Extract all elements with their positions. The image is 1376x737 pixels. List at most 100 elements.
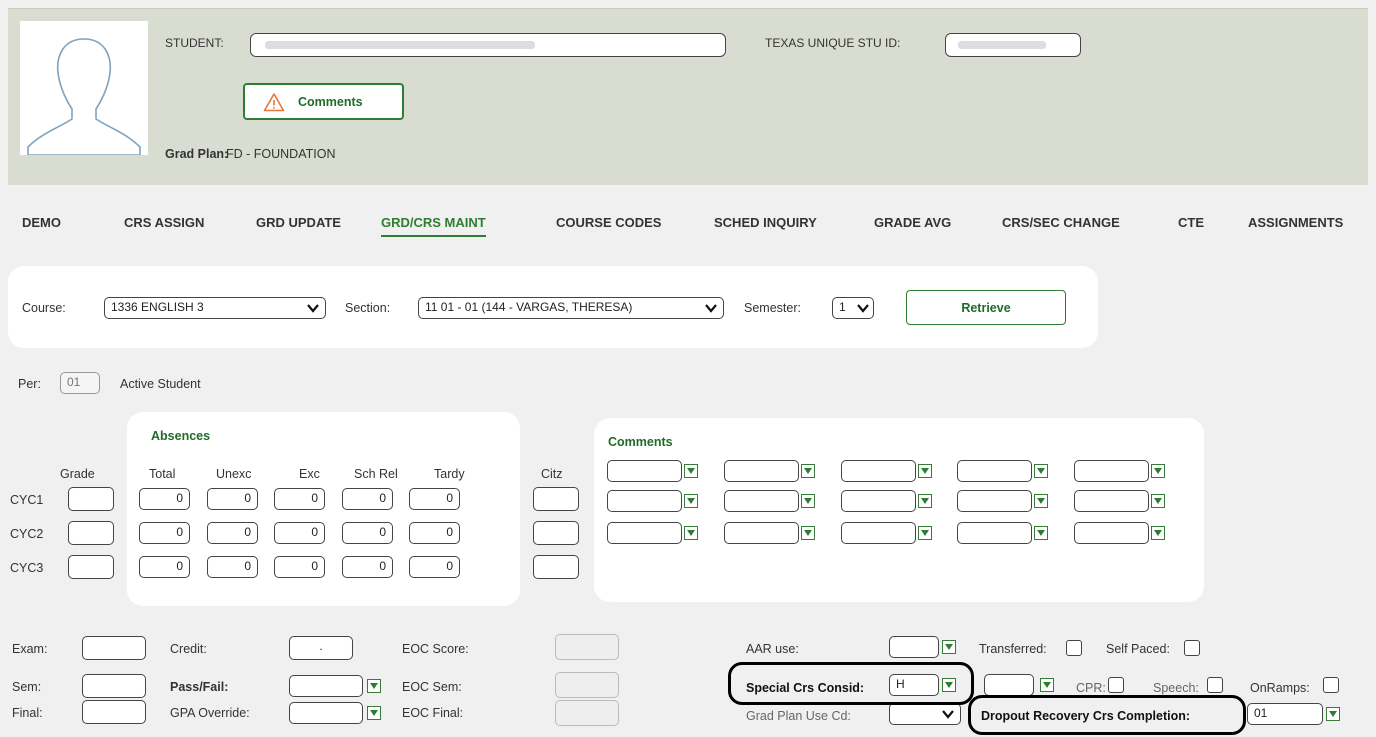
cpr-checkbox[interactable] [1108, 677, 1124, 693]
citz-cyc1-field[interactable] [533, 487, 579, 511]
tab-crs-sec-change[interactable]: CRS/SEC CHANGE [1002, 215, 1120, 230]
tab-grade-avg[interactable]: GRADE AVG [874, 215, 951, 230]
absence-schrel-cyc2[interactable]: 0 [342, 522, 393, 544]
comment-field[interactable] [1074, 460, 1149, 482]
grad-plan-use-select[interactable] [889, 703, 961, 725]
eoc-sem-label: EOC Sem: [402, 680, 462, 694]
absence-exc-cyc2[interactable]: 0 [274, 522, 325, 544]
comment-dropdown-icon[interactable] [684, 494, 698, 508]
comment-field[interactable] [841, 490, 916, 512]
tab-cte[interactable]: CTE [1178, 215, 1204, 230]
tab-demo[interactable]: DEMO [22, 215, 61, 230]
comment-field[interactable] [957, 522, 1032, 544]
absence-schrel-cyc1[interactable]: 0 [342, 488, 393, 510]
student-label: STUDENT: [165, 36, 224, 50]
citz-header: Citz [541, 467, 563, 481]
absence-schrel-cyc3[interactable]: 0 [342, 556, 393, 578]
absence-unexc-cyc2[interactable]: 0 [207, 522, 258, 544]
tab-sched-inquiry[interactable]: SCHED INQUIRY [714, 215, 817, 230]
student-photo [20, 21, 148, 156]
comment-field[interactable] [1074, 522, 1149, 544]
comment-dropdown-icon[interactable] [1151, 526, 1165, 540]
pass-fail-field[interactable] [289, 675, 363, 697]
absence-tardy-cyc2[interactable]: 0 [409, 522, 460, 544]
eoc-final-field [555, 700, 619, 726]
absence-exc-cyc3[interactable]: 0 [274, 556, 325, 578]
pass-fail-dropdown-icon[interactable] [367, 679, 381, 693]
grade-cyc3-field[interactable] [68, 555, 114, 579]
absence-total-cyc2[interactable]: 0 [139, 522, 190, 544]
comment-field[interactable] [607, 522, 682, 544]
course-select-value: 1336 ENGLISH 3 [111, 300, 204, 314]
tab-grd-update[interactable]: GRD UPDATE [256, 215, 341, 230]
tab-crs-assign[interactable]: CRS ASSIGN [124, 215, 204, 230]
absence-unexc-cyc3[interactable]: 0 [207, 556, 258, 578]
gpa-override-field[interactable] [289, 702, 363, 724]
comment-dropdown-icon[interactable] [1151, 464, 1165, 478]
special-crs-extra-dropdown-icon[interactable] [1040, 678, 1054, 692]
absence-total-cyc1[interactable]: 0 [139, 488, 190, 510]
chevron-down-icon [857, 304, 869, 313]
grad-plan-label: Grad Plan: [165, 147, 229, 161]
texas-id-label: TEXAS UNIQUE STU ID: [765, 36, 901, 50]
tab-course-codes[interactable]: COURSE CODES [556, 215, 661, 230]
exam-label: Exam: [12, 642, 48, 656]
dropout-recovery-dropdown-icon[interactable] [1326, 707, 1340, 721]
semester-select[interactable]: 1 [832, 297, 874, 319]
absence-unexc-cyc1[interactable]: 0 [207, 488, 258, 510]
course-label: Course: [22, 301, 66, 315]
grade-cyc2-field[interactable] [68, 521, 114, 545]
comment-dropdown-icon[interactable] [1034, 464, 1048, 478]
final-field[interactable] [82, 700, 146, 724]
citz-cyc3-field[interactable] [533, 555, 579, 579]
comment-field[interactable] [607, 460, 682, 482]
tab-assignments[interactable]: ASSIGNMENTS [1248, 215, 1343, 230]
comment-dropdown-icon[interactable] [1034, 494, 1048, 508]
comment-field[interactable] [957, 490, 1032, 512]
absence-total-cyc3[interactable]: 0 [139, 556, 190, 578]
retrieve-button[interactable]: Retrieve [906, 290, 1066, 325]
comment-field[interactable] [957, 460, 1032, 482]
course-select[interactable]: 1336 ENGLISH 3 [104, 297, 326, 319]
onramps-label: OnRamps: [1250, 681, 1310, 695]
speech-checkbox[interactable] [1207, 677, 1223, 693]
comment-dropdown-icon[interactable] [918, 494, 932, 508]
exam-field[interactable] [82, 636, 146, 660]
student-status-text: Active Student [120, 377, 201, 391]
gpa-override-dropdown-icon[interactable] [367, 706, 381, 720]
section-select[interactable]: 11 01 - 01 (144 - VARGAS, THERESA) [418, 297, 724, 319]
aar-use-dropdown-icon[interactable] [942, 640, 956, 654]
comment-field[interactable] [724, 490, 799, 512]
absences-title: Absences [151, 429, 211, 443]
comment-dropdown-icon[interactable] [801, 494, 815, 508]
comment-field[interactable] [841, 522, 916, 544]
comment-dropdown-icon[interactable] [684, 526, 698, 540]
tab-grd-crs-maint[interactable]: GRD/CRS MAINT [381, 215, 486, 237]
comment-dropdown-icon[interactable] [801, 464, 815, 478]
comment-dropdown-icon[interactable] [1151, 494, 1165, 508]
transferred-checkbox[interactable] [1066, 640, 1082, 656]
comment-field[interactable] [607, 490, 682, 512]
sem-field[interactable] [82, 674, 146, 698]
comments-button[interactable]: Comments [243, 83, 404, 120]
aar-use-field[interactable] [889, 636, 939, 658]
self-paced-checkbox[interactable] [1184, 640, 1200, 656]
comment-dropdown-icon[interactable] [1034, 526, 1048, 540]
comment-field[interactable] [1074, 490, 1149, 512]
comment-dropdown-icon[interactable] [918, 526, 932, 540]
absence-exc-cyc1[interactable]: 0 [274, 488, 325, 510]
comment-field[interactable] [724, 460, 799, 482]
special-crs-extra-field[interactable] [984, 674, 1034, 696]
grade-cyc1-field[interactable] [68, 487, 114, 511]
absence-tardy-cyc1[interactable]: 0 [409, 488, 460, 510]
comment-dropdown-icon[interactable] [684, 464, 698, 478]
absence-tardy-cyc3[interactable]: 0 [409, 556, 460, 578]
citz-cyc2-field[interactable] [533, 521, 579, 545]
comment-field[interactable] [724, 522, 799, 544]
comment-dropdown-icon[interactable] [801, 526, 815, 540]
onramps-checkbox[interactable] [1323, 677, 1339, 693]
dropout-recovery-field[interactable]: 01 [1247, 703, 1323, 725]
comment-field[interactable] [841, 460, 916, 482]
comment-dropdown-icon[interactable] [918, 464, 932, 478]
credit-field[interactable]: . [289, 636, 353, 660]
